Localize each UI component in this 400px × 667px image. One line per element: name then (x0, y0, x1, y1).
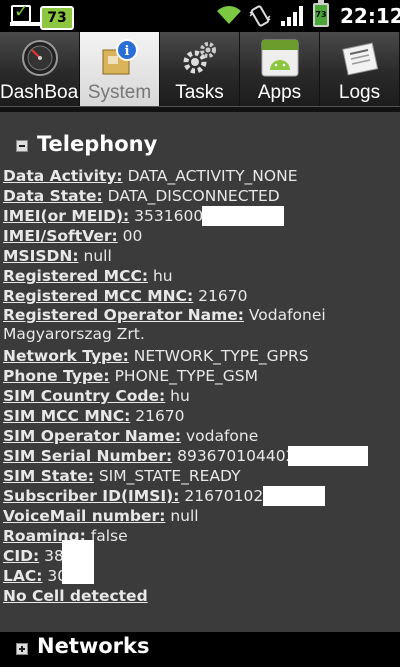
row-key[interactable]: IMEI/SoftVer: (3, 227, 118, 245)
collapse-icon[interactable] (16, 140, 28, 152)
list-item: SIM Operator Name: vodafone (3, 426, 398, 446)
row-value: DATA_ACTIVITY_NONE (122, 167, 298, 185)
section-title: Telephony (37, 132, 158, 156)
tab-label: Tasks (175, 82, 224, 103)
list-item: No Cell detected (3, 586, 398, 606)
list-item: Registered Operator Name: Vodafonei Magy… (3, 306, 398, 346)
tab-bar: DashBoard i System Tasks Apps (0, 32, 400, 106)
row-value: null (78, 247, 112, 265)
row-value: DATA_DISCONNECTED (102, 187, 280, 205)
telephony-header[interactable]: Telephony (0, 120, 400, 160)
row-key[interactable]: SIM Operator Name: (3, 427, 181, 445)
row-key[interactable]: SIM Serial Number: (3, 447, 172, 465)
list-item: SIM MCC MNC: 21670 (3, 406, 398, 426)
telephony-rows: Data Activity: DATA_ACTIVITY_NONE Data S… (3, 166, 398, 606)
list-item: Registered MCC MNC: 21670 (3, 286, 398, 306)
battery-badge: 73 (40, 6, 74, 30)
redaction-box (263, 486, 325, 506)
list-item: LAC: 30 (3, 562, 398, 586)
svg-text:i: i (125, 44, 130, 59)
status-bar: ✓ 73 73 22:12 (0, 0, 400, 32)
row-key[interactable]: Registered Operator Name: (3, 306, 244, 324)
row-value: NETWORK_TYPE_GPRS (128, 347, 309, 365)
row-value: hu (165, 387, 190, 405)
row-value: PHONE_TYPE_GSM (109, 367, 258, 385)
row-value: SIM_STATE_READY (93, 467, 241, 485)
list-item: Data State: DATA_DISCONNECTED (3, 186, 398, 206)
row-key[interactable]: SIM MCC MNC: (3, 407, 130, 425)
tab-label: DashBoard (0, 82, 79, 103)
tab-tasks[interactable]: Tasks (160, 32, 240, 106)
row-value: 21670 (193, 287, 248, 305)
row-key[interactable]: LAC: (3, 567, 42, 585)
tab-label: System (87, 82, 152, 103)
list-item: Subscriber ID(IMSI): 216701020 (3, 486, 398, 506)
row-value: 38 (39, 547, 64, 565)
list-item: VoiceMail number: null (3, 506, 398, 526)
dashboard-icon (22, 40, 58, 76)
tab-logs[interactable]: Logs (320, 32, 400, 106)
list-item: SIM Serial Number: 893670104402 (3, 446, 398, 466)
expand-icon[interactable] (16, 643, 28, 655)
tab-apps[interactable]: Apps (240, 32, 320, 106)
battery-icon: 73 (313, 0, 329, 27)
list-item: Data Activity: DATA_ACTIVITY_NONE (3, 166, 398, 186)
redaction-box (202, 206, 284, 226)
wifi-icon (217, 6, 241, 24)
row-key[interactable]: Data Activity: (3, 167, 123, 185)
row-value: vodafone (181, 427, 259, 445)
vibrate-icon (249, 5, 271, 27)
tab-dashboard[interactable]: DashBoard (0, 32, 80, 106)
system-info-icon: i (102, 39, 138, 75)
row-key[interactable]: IMEI(or MEID): (3, 207, 129, 225)
section-title: Networks (37, 634, 150, 658)
clock: 22:12 (340, 4, 400, 28)
no-cell-label[interactable]: No Cell detected (3, 587, 148, 605)
gears-icon (183, 42, 216, 74)
row-value: 3531600 (129, 207, 204, 225)
row-key[interactable]: VoiceMail number: (3, 507, 165, 525)
row-key[interactable]: Data State: (3, 187, 103, 205)
row-key[interactable]: Network Type: (3, 347, 129, 365)
row-value: 21670 (130, 407, 185, 425)
android-apps-icon (261, 39, 299, 77)
row-value: 893670104402 (172, 447, 296, 465)
row-key[interactable]: CID: (3, 547, 39, 565)
networks-header[interactable]: Networks (0, 632, 400, 667)
list-item: SIM State: SIM_STATE_READY (3, 466, 398, 486)
tab-label: Apps (257, 82, 302, 103)
row-value: null (165, 507, 199, 525)
row-key[interactable]: SIM Country Code: (3, 387, 165, 405)
signal-icon (281, 6, 303, 26)
list-item: Phone Type: PHONE_TYPE_GSM (3, 366, 398, 386)
row-value: 00 (117, 227, 143, 245)
row-key[interactable]: SIM State: (3, 467, 94, 485)
row-key[interactable]: Registered MCC MNC: (3, 287, 193, 305)
tab-system[interactable]: i System (80, 32, 160, 106)
row-value: hu (148, 267, 173, 285)
newspaper-icon (342, 42, 379, 76)
redaction-box (62, 562, 94, 584)
row-value: 216701020 (179, 487, 274, 505)
row-key[interactable]: Registered MCC: (3, 267, 148, 285)
checkmark-icon: ✓ (14, 1, 30, 22)
tab-label: Logs (338, 82, 381, 103)
list-item: SIM Country Code: hu (3, 386, 398, 406)
telephony-panel[interactable]: Telephony Data Activity: DATA_ACTIVITY_N… (0, 112, 400, 632)
list-item: Registered MCC: hu (3, 266, 398, 286)
list-item: IMEI(or MEID): 3531600 (3, 206, 398, 226)
row-key[interactable]: MSISDN: (3, 247, 79, 265)
row-key[interactable]: Subscriber ID(IMSI): (3, 487, 179, 505)
redaction-box (288, 446, 368, 466)
list-item: IMEI/SoftVer: 00 (3, 226, 398, 246)
list-item: MSISDN: null (3, 246, 398, 266)
row-key[interactable]: Phone Type: (3, 367, 110, 385)
tray-icon (10, 22, 40, 26)
list-item: Network Type: NETWORK_TYPE_GPRS (3, 346, 398, 366)
